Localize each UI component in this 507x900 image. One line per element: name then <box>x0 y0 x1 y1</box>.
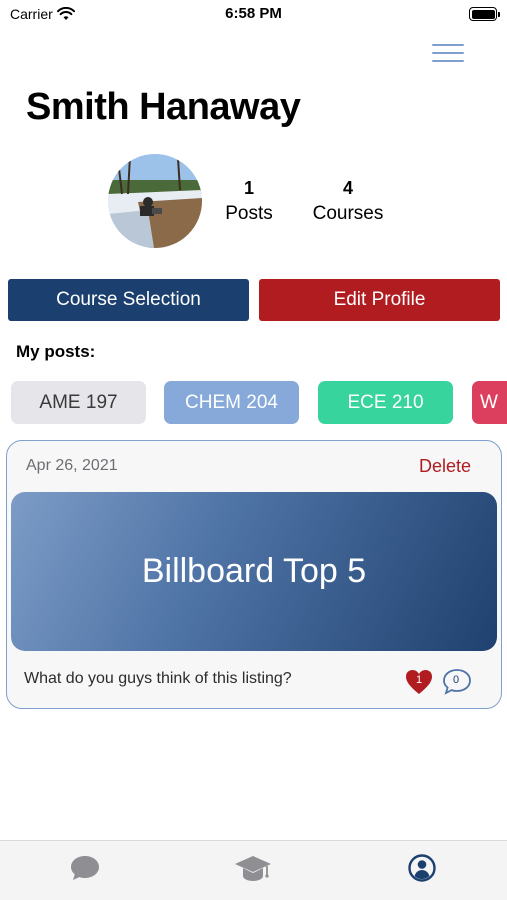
like-count: 1 <box>415 674 423 686</box>
course-chip[interactable]: ECE 210 <box>318 381 453 424</box>
course-chip[interactable]: CHEM 204 <box>164 381 299 424</box>
menu-button[interactable] <box>432 42 464 64</box>
tab-profile[interactable] <box>402 851 442 885</box>
status-bar: Carrier 6:58 PM <box>0 0 507 30</box>
chat-bubble-icon <box>71 856 99 880</box>
tab-chat[interactable] <box>65 851 105 885</box>
menu-line <box>432 44 464 46</box>
course-chip[interactable]: W <box>472 381 507 424</box>
person-circle-icon <box>408 854 436 882</box>
tab-bar <box>0 840 507 900</box>
menu-line <box>432 52 464 54</box>
courses-stat: 4 Courses <box>302 178 394 225</box>
avatar[interactable] <box>108 154 202 248</box>
my-posts-heading: My posts: <box>16 342 96 361</box>
comment-count: 0 <box>452 674 460 686</box>
course-selection-button[interactable]: Course Selection <box>8 279 249 321</box>
delete-post-button[interactable]: Delete <box>419 456 471 477</box>
course-filter-chips: AME 197 CHEM 204 ECE 210 W <box>0 381 507 425</box>
menu-line <box>432 60 464 62</box>
posts-label: Posts <box>225 203 273 224</box>
post-date: Apr 26, 2021 <box>26 457 118 474</box>
course-chip[interactable]: AME 197 <box>11 381 146 424</box>
post-title: Billboard Top 5 <box>141 552 367 590</box>
courses-count: 4 <box>342 178 353 198</box>
post-banner[interactable]: Billboard Top 5 <box>11 492 497 651</box>
posts-stat: 1 Posts <box>216 178 282 225</box>
posts-count: 1 <box>243 178 254 198</box>
edit-profile-button[interactable]: Edit Profile <box>259 279 500 321</box>
avatar-photo <box>108 154 202 248</box>
graduation-cap-icon <box>235 856 271 881</box>
comment-button[interactable]: 0 <box>442 668 474 696</box>
post-card: Apr 26, 2021 Delete Billboard Top 5 What… <box>6 440 502 709</box>
profile-name: Smith Hanaway <box>26 86 301 128</box>
battery-icon <box>469 7 500 21</box>
like-button[interactable]: 1 <box>405 669 433 695</box>
post-caption: What do you guys think of this listing? <box>24 670 292 687</box>
status-time: 6:58 PM <box>225 5 282 22</box>
tab-courses[interactable] <box>233 851 273 885</box>
courses-label: Courses <box>312 203 384 224</box>
